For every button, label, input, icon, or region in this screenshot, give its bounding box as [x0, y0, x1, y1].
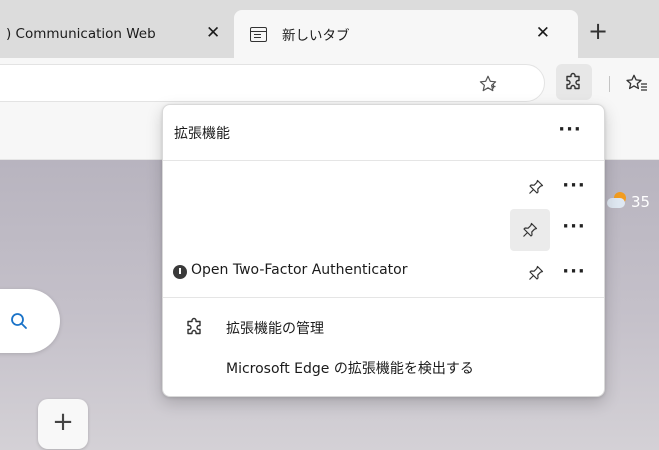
toolbar [0, 58, 659, 108]
search-icon [11, 313, 27, 329]
new-tab-button[interactable]: + [584, 18, 612, 46]
manage-extensions-item[interactable]: 拡張機能の管理 [163, 307, 604, 347]
new-tab-page-icon [250, 26, 267, 42]
close-icon[interactable]: ✕ [206, 23, 220, 43]
tab-new-tab[interactable]: 新しいタブ ✕ [234, 10, 578, 58]
extension-more-button[interactable]: ··· [559, 261, 589, 291]
tab-strip: ) Communication Web ✕ 新しいタブ ✕ + [0, 0, 659, 58]
tab-communication-web[interactable]: ) Communication Web ✕ [0, 10, 238, 58]
partly-cloudy-icon [606, 192, 628, 212]
tab-title: ) Communication Web [6, 26, 156, 42]
authenticator-icon [173, 265, 187, 279]
pin-icon[interactable] [520, 171, 552, 203]
favorites-icon [626, 74, 647, 91]
close-icon[interactable]: ✕ [536, 23, 550, 43]
extension-more-button[interactable]: ··· [559, 175, 589, 205]
toolbar-divider [609, 76, 610, 92]
weather-widget[interactable]: 35 [606, 192, 650, 212]
extension-more-button[interactable]: ··· [559, 216, 589, 246]
menu-divider [163, 297, 604, 298]
weather-temperature: 35 [631, 193, 651, 211]
extensions-menu: 拡張機能 ··· ··· ··· Open Two-Factor Authent… [162, 104, 605, 397]
puzzle-icon [566, 72, 580, 90]
extensions-menu-more-button[interactable]: ··· [555, 119, 585, 149]
extensions-menu-header: 拡張機能 ··· [163, 105, 604, 161]
add-favorite-star-icon[interactable] [473, 71, 503, 97]
add-shortcut-button[interactable]: + [38, 399, 88, 449]
manage-extensions-label: 拡張機能の管理 [226, 321, 324, 337]
pin-icon[interactable] [510, 209, 550, 251]
extensions-menu-title: 拡張機能 [174, 126, 230, 142]
favorites-button[interactable] [626, 68, 659, 98]
pin-icon[interactable] [520, 257, 552, 289]
discover-extensions-link[interactable]: Microsoft Edge の拡張機能を検出する [226, 358, 474, 378]
extensions-button[interactable] [556, 64, 592, 100]
puzzle-icon [187, 317, 201, 335]
address-bar[interactable] [0, 64, 545, 102]
extension-name: Open Two-Factor Authenticator [191, 262, 408, 278]
tab-title: 新しいタブ [282, 28, 350, 44]
